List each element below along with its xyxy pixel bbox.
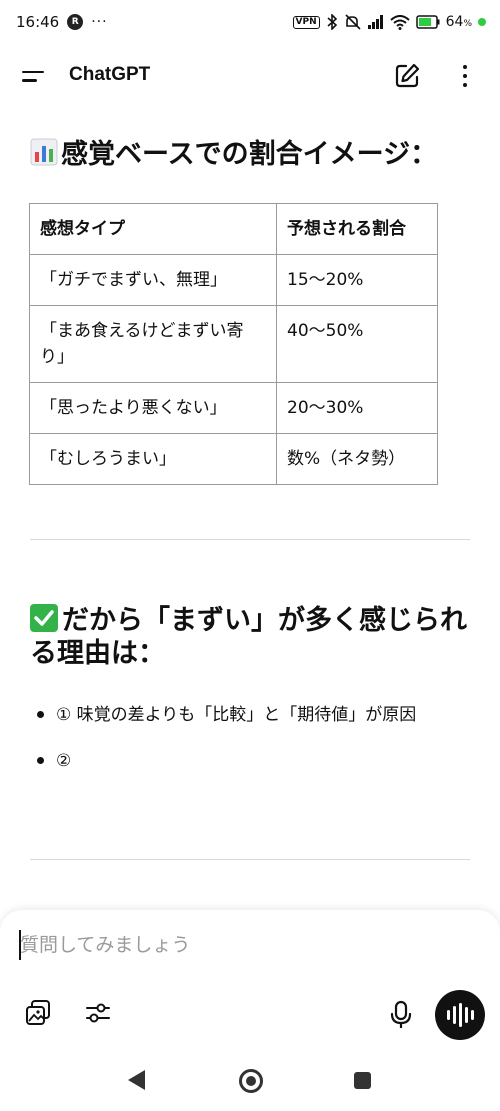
recent-apps-icon[interactable] — [354, 1072, 371, 1089]
list-item: ① 味覚の差よりも「比較」と「期待値」が原因 — [36, 700, 476, 730]
mute-icon — [345, 14, 361, 30]
edit-icon[interactable] — [393, 62, 421, 90]
battery-percent: 64% — [445, 14, 472, 30]
message-composer — [0, 910, 500, 1060]
status-time: 16:46 — [16, 13, 60, 31]
wifi-icon — [389, 14, 410, 30]
divider — [30, 539, 470, 540]
table-cell: 40〜50% — [276, 305, 438, 383]
divider — [30, 859, 470, 860]
home-icon[interactable] — [239, 1069, 263, 1093]
section-heading-text: だから「まずい」が多く感じられる理由は： — [30, 605, 467, 669]
table-cell: 「思ったより悪くない」 — [29, 382, 277, 434]
section-heading-ratio: 感覚ベースでの割合イメージ： — [30, 138, 470, 171]
table-cell: 15〜20% — [276, 254, 438, 306]
table-row: 「むしろうまい」 数%（ネタ勢） — [29, 433, 438, 485]
signal-icon — [367, 15, 383, 29]
table-cell: 20〜30% — [276, 382, 438, 434]
table-cell: 「むしろうまい」 — [29, 433, 277, 485]
table-cell: 「ガチでまずい、無理」 — [29, 254, 277, 306]
status-left: 16:46 R ··· — [16, 13, 108, 31]
table-row: 「ガチでまずい、無理」 15〜20% — [29, 254, 438, 306]
ratio-table: 感想タイプ 予想される割合 「ガチでまずい、無理」 15〜20% 「まあ食えるけ… — [29, 203, 438, 485]
app-title: ChatGPT — [69, 64, 151, 85]
table-header-row: 感想タイプ 予想される割合 — [29, 203, 438, 255]
menu-icon[interactable] — [22, 64, 48, 88]
status-right: VPN 64% — [292, 14, 486, 30]
table-row: 「思ったより悪くない」 20〜30% — [29, 382, 438, 434]
battery-icon — [415, 15, 440, 29]
vpn-icon: VPN — [292, 15, 320, 29]
table-cell: 数%（ネタ勢） — [276, 433, 438, 485]
tools-sliders-icon[interactable] — [81, 996, 115, 1030]
more-vertical-icon[interactable] — [455, 62, 475, 90]
reason-list: ① 味覚の差よりも「比較」と「期待値」が原因 ② — [36, 700, 476, 792]
status-bar: 16:46 R ··· VPN 64% — [0, 0, 500, 44]
more-notifications-icon: ··· — [91, 14, 108, 30]
mic-icon[interactable] — [384, 998, 418, 1032]
bar-chart-emoji-icon — [30, 138, 58, 166]
table-header-cell: 予想される割合 — [276, 203, 438, 255]
privacy-indicator-icon — [478, 18, 486, 26]
check-mark-emoji-icon — [30, 604, 58, 632]
voice-waveform-icon[interactable] — [435, 990, 485, 1040]
message-input[interactable] — [20, 928, 460, 962]
notification-badge-icon: R — [67, 14, 84, 30]
app-header: ChatGPT — [0, 50, 500, 102]
section-heading-text: 感覚ベースでの割合イメージ： — [61, 139, 438, 170]
bluetooth-icon — [327, 14, 337, 30]
table-row: 「まあ食えるけどまずい寄り」 40〜50% — [29, 305, 438, 383]
table-cell: 「まあ食えるけどまずい寄り」 — [29, 305, 277, 383]
back-icon[interactable] — [128, 1070, 145, 1090]
list-item: ② — [36, 746, 476, 776]
image-icon[interactable] — [21, 996, 55, 1030]
section-heading-reason: だから「まずい」が多く感じられる理由は： — [30, 604, 470, 670]
table-header-cell: 感想タイプ — [29, 203, 277, 255]
system-nav-bar — [0, 1060, 500, 1111]
